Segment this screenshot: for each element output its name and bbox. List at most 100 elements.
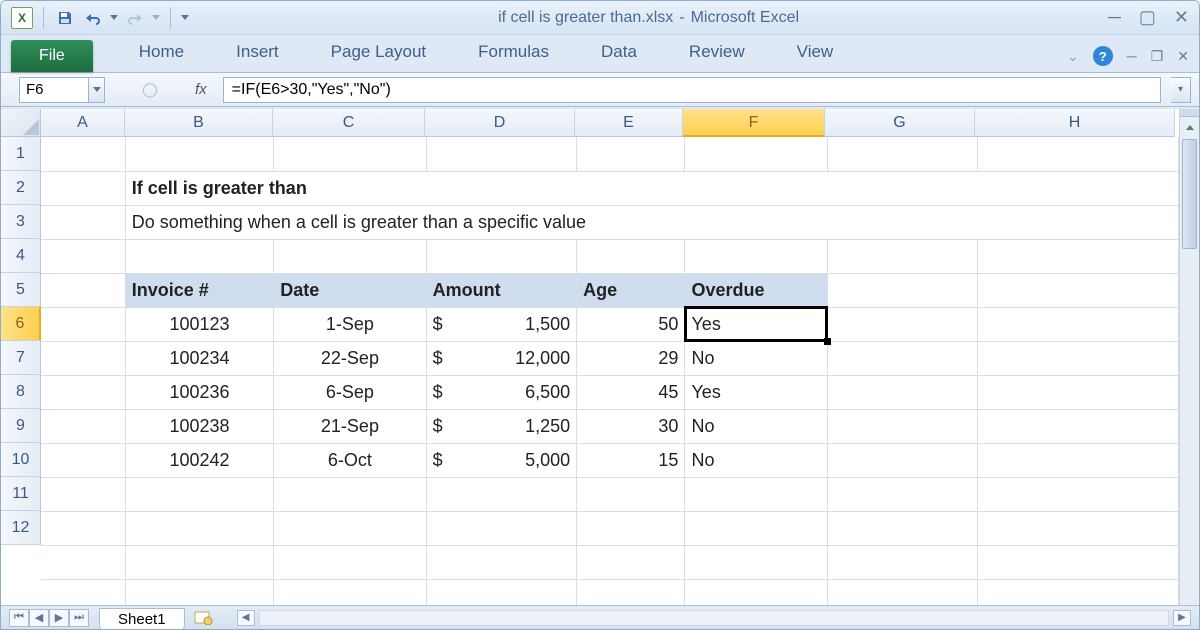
sheet-nav-last[interactable]: ⏭ — [69, 609, 89, 627]
window-title: if cell is greater than.xlsx - Microsoft… — [189, 9, 1108, 27]
cell-date[interactable]: 21-Sep — [274, 409, 426, 443]
workbook-close-button[interactable]: ✕ — [1177, 48, 1189, 65]
sheet-nav-first[interactable]: ⏮ — [9, 609, 29, 627]
redo-icon — [127, 11, 143, 25]
undo-button[interactable] — [82, 7, 104, 29]
row-header-8[interactable]: 8 — [1, 375, 41, 409]
cell-overdue[interactable]: No — [685, 341, 827, 375]
th-amount[interactable]: Amount — [426, 273, 576, 307]
col-header-g[interactable]: G — [825, 109, 975, 137]
cell-invoice[interactable]: 100236 — [125, 375, 273, 409]
cell-age[interactable]: 45 — [577, 375, 685, 409]
cell-date[interactable]: 22-Sep — [274, 341, 426, 375]
scroll-thumb[interactable] — [1182, 139, 1197, 249]
col-header-d[interactable]: D — [425, 109, 575, 137]
select-all-corner[interactable] — [1, 109, 41, 137]
scroll-up-button[interactable] — [1180, 117, 1199, 137]
cell-age[interactable]: 15 — [577, 443, 685, 477]
cell-invoice[interactable]: 100242 — [125, 443, 273, 477]
col-header-h[interactable]: H — [975, 109, 1175, 137]
hscroll-right[interactable]: ▶ — [1173, 610, 1191, 626]
th-invoice[interactable]: Invoice # — [125, 273, 273, 307]
cell-amount[interactable]: $6,500 — [426, 375, 576, 409]
workbook-restore-button[interactable]: ❐ — [1151, 48, 1164, 65]
cell-amount[interactable]: $5,000 — [426, 443, 576, 477]
redo-button[interactable] — [124, 7, 146, 29]
tab-review[interactable]: Review — [663, 33, 771, 72]
cell-date[interactable]: 1-Sep — [274, 307, 426, 341]
cell-date[interactable]: 6-Sep — [274, 375, 426, 409]
th-overdue[interactable]: Overdue — [685, 273, 827, 307]
formula-input[interactable]: =IF(E6>30,"Yes","No") — [223, 77, 1161, 103]
col-header-c[interactable]: C — [273, 109, 425, 137]
qat-customize-icon[interactable] — [181, 15, 189, 20]
col-header-f[interactable]: F — [683, 109, 825, 137]
undo-dropdown-icon[interactable] — [110, 15, 118, 20]
file-tab[interactable]: File — [11, 40, 93, 72]
horizontal-scrollbar[interactable]: ◀ ▶ — [237, 610, 1191, 626]
row-header-12[interactable]: 12 — [1, 511, 41, 545]
fx-icon[interactable]: fx — [195, 81, 207, 98]
row-headers: 1 2 3 4 5 6 7 8 9 10 11 12 — [1, 137, 41, 605]
col-header-b[interactable]: B — [125, 109, 273, 137]
sheet-nav-prev[interactable]: ◀ — [29, 609, 49, 627]
row-header-3[interactable]: 3 — [1, 205, 41, 239]
cell-invoice[interactable]: 100234 — [125, 341, 273, 375]
th-date[interactable]: Date — [274, 273, 426, 307]
row-header-9[interactable]: 9 — [1, 409, 41, 443]
row-header-5[interactable]: 5 — [1, 273, 41, 307]
name-box[interactable]: F6 — [19, 77, 89, 103]
formula-bar-expand[interactable]: ▾ — [1171, 77, 1191, 103]
page-subtitle[interactable]: Do something when a cell is greater than… — [125, 205, 1178, 239]
app-name: Microsoft Excel — [691, 9, 799, 27]
row-header-2[interactable]: 2 — [1, 171, 41, 205]
row-header-1[interactable]: 1 — [1, 137, 41, 171]
minimize-button[interactable]: ─ — [1108, 7, 1121, 28]
col-header-a[interactable]: A — [41, 109, 125, 137]
help-button[interactable]: ? — [1093, 46, 1113, 66]
cell-invoice[interactable]: 100123 — [125, 307, 273, 341]
name-box-dropdown[interactable] — [89, 77, 105, 103]
selected-cell[interactable]: Yes — [685, 307, 827, 341]
cell-age[interactable]: 50 — [577, 307, 685, 341]
tab-page-layout[interactable]: Page Layout — [305, 33, 452, 72]
row-header-7[interactable]: 7 — [1, 341, 41, 375]
cell-age[interactable]: 29 — [577, 341, 685, 375]
cell-amount[interactable]: $12,000 — [426, 341, 576, 375]
maximize-button[interactable]: ▢ — [1139, 7, 1156, 28]
cell-date[interactable]: 6-Oct — [274, 443, 426, 477]
hscroll-track[interactable] — [259, 610, 1169, 626]
row-header-11[interactable]: 11 — [1, 477, 41, 511]
cell-grid[interactable]: If cell is greater than Do something whe… — [41, 137, 1179, 605]
tab-data[interactable]: Data — [575, 33, 663, 72]
vertical-scrollbar[interactable] — [1179, 109, 1199, 605]
tab-home[interactable]: Home — [113, 33, 210, 72]
sheet-nav: ⏮ ◀ ▶ ⏭ — [9, 609, 89, 627]
save-button[interactable] — [54, 7, 76, 29]
tab-formulas[interactable]: Formulas — [452, 33, 575, 72]
new-sheet-button[interactable] — [191, 609, 217, 627]
tab-view[interactable]: View — [771, 33, 860, 72]
row-header-4[interactable]: 4 — [1, 239, 41, 273]
redo-dropdown-icon[interactable] — [152, 15, 160, 20]
cell-amount[interactable]: $1,250 — [426, 409, 576, 443]
row-header-6[interactable]: 6 — [1, 307, 41, 341]
sheet-nav-next[interactable]: ▶ — [49, 609, 69, 627]
cell-overdue[interactable]: No — [685, 443, 827, 477]
page-title[interactable]: If cell is greater than — [125, 171, 1178, 205]
hscroll-left[interactable]: ◀ — [237, 610, 255, 626]
cell-amount[interactable]: $1,500 — [426, 307, 576, 341]
sheet-tab-active[interactable]: Sheet1 — [99, 608, 185, 630]
row-header-10[interactable]: 10 — [1, 443, 41, 477]
tab-insert[interactable]: Insert — [210, 33, 305, 72]
cell-overdue[interactable]: No — [685, 409, 827, 443]
th-age[interactable]: Age — [577, 273, 685, 307]
close-button[interactable]: ✕ — [1174, 7, 1189, 28]
split-handle[interactable] — [1180, 109, 1199, 117]
cell-age[interactable]: 30 — [577, 409, 685, 443]
col-header-e[interactable]: E — [575, 109, 683, 137]
cell-overdue[interactable]: Yes — [685, 375, 827, 409]
workbook-minimize-button[interactable]: ─ — [1127, 48, 1137, 64]
cell-invoice[interactable]: 100238 — [125, 409, 273, 443]
ribbon-minimize-icon[interactable]: ⌄ — [1067, 48, 1079, 65]
